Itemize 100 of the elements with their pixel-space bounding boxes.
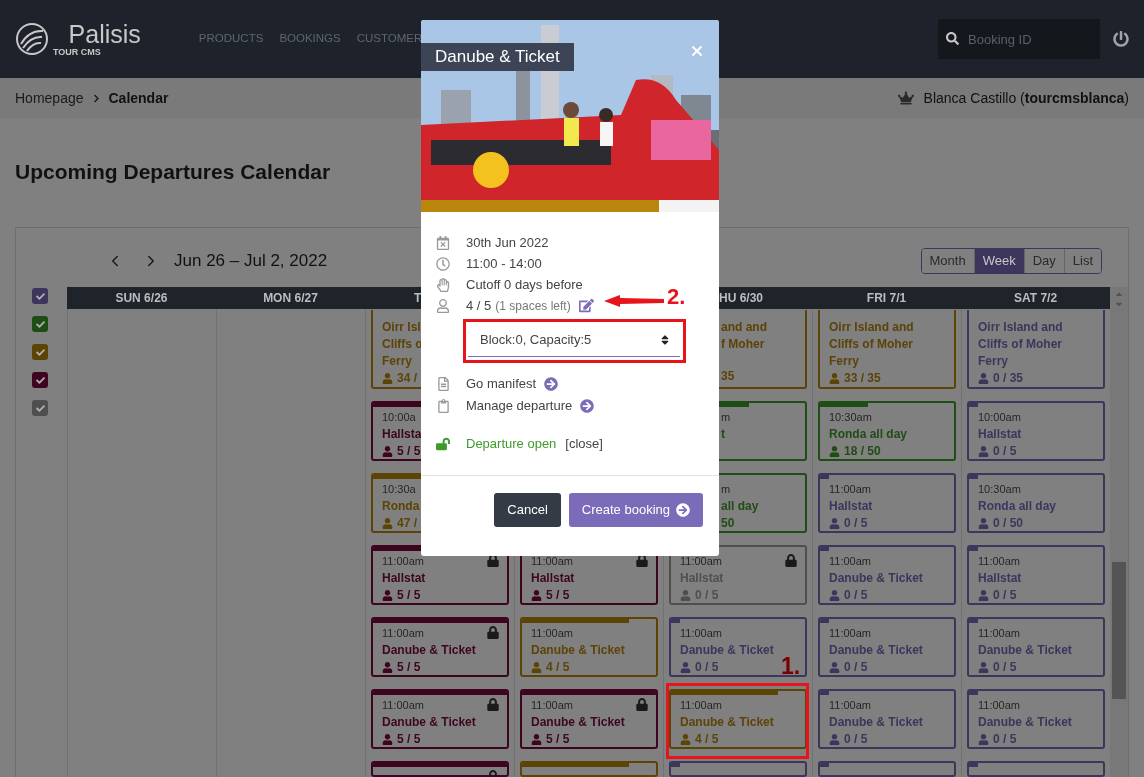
event-card[interactable] xyxy=(818,761,956,777)
user-name[interactable]: Blanca Castillo (tourcmsblanca) xyxy=(923,87,1129,109)
event-card[interactable]: 11:00am Danube & Ticket 5 / 5 xyxy=(370,689,509,749)
event-title: Danube & Ticket xyxy=(531,714,626,731)
event-time: 11:00am xyxy=(680,626,723,641)
event-title: Cliffs of Moher xyxy=(829,336,914,353)
event-card[interactable]: 11:00am Danube & Ticket 0 / 5 xyxy=(967,617,1105,677)
event-time: 11:00am xyxy=(381,698,425,713)
seat-count: 0 / 5 xyxy=(844,515,868,531)
event-card[interactable]: 10:00am Hallstat 0 / 5 xyxy=(967,401,1105,461)
event-card[interactable]: 11:00am Danube & Ticket 4 / 5 xyxy=(669,689,807,749)
cancel-button[interactable]: Cancel xyxy=(494,493,561,527)
event-card[interactable]: 11:00am Hallstat 0 / 5 xyxy=(967,545,1105,605)
event-title: Danube & Ticket xyxy=(381,642,477,659)
event-title: Oirr Island and xyxy=(978,319,1064,336)
event-card[interactable] xyxy=(967,761,1105,777)
nav-link[interactable]: BOOKINGS xyxy=(279,30,341,48)
person-icon xyxy=(436,298,450,313)
seat-count: 0 / 5 xyxy=(844,731,868,747)
seat-count: 4 / 5 xyxy=(695,731,719,747)
seat-count: 4 / 5 xyxy=(546,659,570,675)
capacity-select[interactable]: Block:0, Capacity:5 xyxy=(468,323,680,357)
event-card[interactable]: 11:00am Danube & Ticket 0 / 5 xyxy=(818,617,956,677)
person-icon xyxy=(680,589,691,601)
check-icon xyxy=(35,347,45,357)
event-time: 10:00am xyxy=(978,410,1022,425)
seat-count: 47 / xyxy=(396,515,417,531)
filter-checkbox[interactable] xyxy=(32,372,48,388)
event-time: 11:00am xyxy=(829,482,872,497)
power-icon[interactable] xyxy=(1113,31,1129,47)
seat-count: 18 / 50 xyxy=(844,443,881,459)
dialog-link[interactable]: Go manifest xyxy=(466,374,537,394)
event-card[interactable]: 11:00am Danube & Ticket 4 / 5 xyxy=(520,617,658,677)
seat-count: 0 / 5 xyxy=(993,659,1017,675)
page-title: Upcoming Departures Calendar xyxy=(15,159,332,185)
event-card[interactable]: 11:00am Danube & Ticket 0 / 5 xyxy=(818,689,956,749)
event-card[interactable] xyxy=(669,761,807,777)
person-icon xyxy=(978,661,989,673)
event-title: Ferry xyxy=(829,353,861,370)
day-header: MON 6/27 xyxy=(263,290,318,307)
breadcrumb-link[interactable]: Homepage xyxy=(15,87,84,109)
date-range: Jun 26 – Jul 2, 2022 xyxy=(174,249,328,272)
event-title: f Moher xyxy=(721,336,766,353)
dialog-title: Danube & Ticket xyxy=(421,43,574,71)
person-icon xyxy=(531,589,542,601)
scrollbar-thumb[interactable] xyxy=(1112,562,1126,699)
arrow-icon[interactable] xyxy=(544,377,559,391)
detail-text: 4 / 5 xyxy=(466,296,492,315)
event-time: 11:00am xyxy=(531,698,574,713)
create-booking-button[interactable]: Create booking xyxy=(568,493,703,527)
event-card[interactable] xyxy=(520,761,658,777)
event-time: 10:00a xyxy=(381,410,417,425)
event-title: Danube & Ticket xyxy=(680,714,775,731)
person-icon xyxy=(978,445,989,457)
event-card[interactable]: 11:00am Danube & Ticket 5 / 5 xyxy=(520,689,658,749)
day-header: FRI 7/1 xyxy=(866,290,907,307)
event-card[interactable]: 11:00am Hallstat 0 / 5 xyxy=(818,473,956,533)
event-time: 11:00am xyxy=(680,698,723,713)
scrollbar[interactable] xyxy=(1110,287,1128,777)
event-time: 11:00am xyxy=(531,554,574,569)
event-title: Hallstat xyxy=(531,570,576,587)
event-card[interactable]: 10:30am Ronda all day 0 / 50 xyxy=(967,473,1105,533)
view-tab[interactable]: Week xyxy=(973,248,1024,273)
close-departure-link[interactable]: [close] xyxy=(565,434,603,454)
crown-icon xyxy=(897,91,914,105)
event-card[interactable]: 11:00am Danube & Ticket 0 / 5 xyxy=(818,545,956,605)
search-field[interactable]: Booking ID xyxy=(938,19,1100,59)
dialog-link[interactable]: Manage departure xyxy=(466,396,573,416)
event-title: Ronda all day xyxy=(829,426,909,443)
event-card[interactable]: Oirr Island and Cliffs of Moher Ferry 0 / 35 xyxy=(967,310,1105,389)
edit-icon[interactable] xyxy=(578,298,594,313)
event-time: 11:00am xyxy=(978,554,1021,569)
seat-count: 0 / 5 xyxy=(844,587,868,603)
day-header: T xyxy=(413,290,422,307)
filter-checkbox[interactable] xyxy=(32,344,48,360)
event-title: Danube & Ticket xyxy=(381,714,477,731)
filter-checkbox[interactable] xyxy=(32,400,48,416)
detail-text: 11:00 - 14:00 xyxy=(466,254,542,273)
arrow-icon[interactable] xyxy=(580,399,595,413)
filter-checkbox[interactable] xyxy=(32,288,48,304)
person-icon xyxy=(381,589,393,601)
filter-checkbox[interactable] xyxy=(32,316,48,332)
event-card[interactable]: 11:00am Danube & Ticket 0 / 5 xyxy=(967,689,1105,749)
chevron-icon xyxy=(91,93,101,103)
nav-link[interactable]: PRODUCTS xyxy=(198,30,264,48)
view-tab[interactable]: List xyxy=(1063,248,1101,273)
event-title: all day xyxy=(721,498,760,515)
person-icon xyxy=(829,589,840,601)
person-icon xyxy=(381,445,393,457)
logo-text: Palisis xyxy=(68,21,141,47)
event-card[interactable]: 11:00am Danube & Ticket 5 / 5 xyxy=(370,617,509,677)
seat-count: 5 / 5 xyxy=(396,443,421,459)
event-card[interactable]: 10:30am Ronda all day 18 / 50 xyxy=(818,401,956,461)
event-title: Danube & Ticket xyxy=(680,642,775,659)
event-card[interactable] xyxy=(370,761,509,777)
arrow-icon xyxy=(676,503,690,517)
event-time: 11:00am xyxy=(381,554,425,569)
event-card[interactable]: Oirr Island and Cliffs of Moher Ferry 33 / 35 xyxy=(818,310,956,389)
seat-count: 0 / 5 xyxy=(993,587,1017,603)
nav-link[interactable]: CUSTOMER xyxy=(356,30,423,48)
